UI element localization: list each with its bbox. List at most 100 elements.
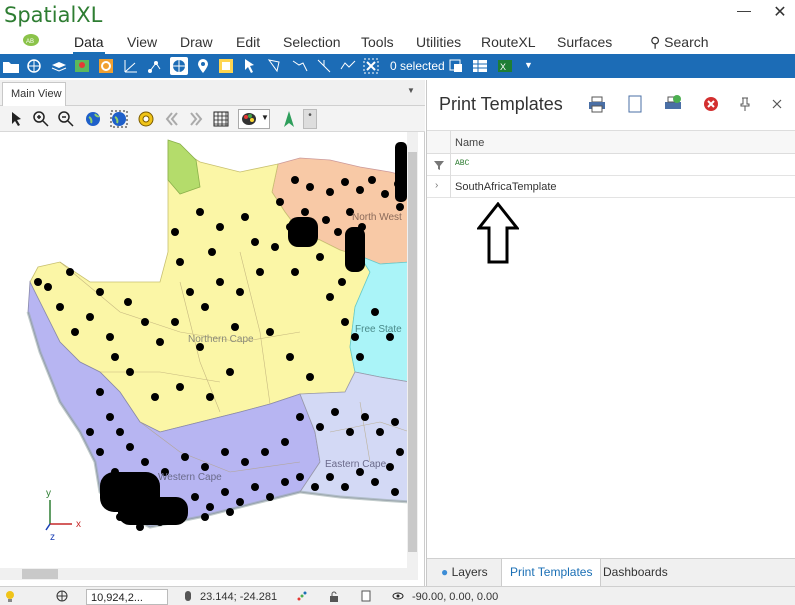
lock-icon[interactable] (328, 590, 340, 602)
tab-dropdown-icon[interactable]: ▼ (407, 86, 415, 95)
lightbulb-icon[interactable] (4, 590, 16, 602)
select-radius-icon[interactable] (315, 57, 333, 75)
minimize-button[interactable]: — (730, 2, 758, 22)
close-panel-icon[interactable] (767, 94, 787, 114)
axis-x-label: x (76, 519, 81, 530)
print-icon[interactable] (587, 94, 607, 114)
grid-filter-row[interactable]: ABC (427, 154, 795, 176)
previous-extent-icon[interactable] (163, 110, 181, 128)
new-template-icon[interactable] (625, 94, 645, 114)
table-row[interactable]: › SouthAfricaTemplate (427, 176, 795, 198)
tab-view[interactable]: View (127, 34, 157, 50)
chevron-right-icon[interactable]: › (435, 180, 438, 191)
select-buffer-icon[interactable] (339, 57, 357, 75)
panel-title: Print Templates (439, 94, 563, 114)
snap-icon[interactable] (296, 590, 308, 602)
next-extent-icon[interactable] (187, 110, 205, 128)
grid-header: Name (427, 130, 795, 154)
label-western-cape: Western Cape (158, 472, 222, 483)
mouse-icon (185, 591, 191, 601)
tab-edit[interactable]: Edit (236, 34, 260, 50)
pin-panel-icon[interactable] (735, 94, 755, 114)
tab-selection[interactable]: Selection (283, 34, 341, 50)
map-pin-icon[interactable] (73, 57, 91, 75)
label-eastern-cape: Eastern Cape (325, 459, 387, 470)
tab-data[interactable]: Data (74, 34, 104, 50)
globe-active-icon[interactable] (170, 57, 188, 75)
column-header-name[interactable]: Name (455, 137, 484, 149)
template-name-cell[interactable]: SouthAfricaTemplate (455, 181, 557, 193)
zoom-scale-box[interactable]: 10,924,2... (86, 589, 168, 605)
settings-gear-icon[interactable] (137, 110, 155, 128)
templates-grid: Name ABC › SouthAfricaTemplate (427, 130, 795, 198)
tab-dashboards[interactable]: Dashboards (595, 559, 676, 586)
filter-icon[interactable] (433, 159, 445, 171)
axis-z-label: z (50, 532, 55, 543)
map-canvas[interactable]: Northern Cape Western Cape Eastern Cape … (0, 132, 418, 568)
tab-layers[interactable]: ● Layers (433, 559, 496, 586)
vertical-scroll-thumb[interactable] (408, 152, 417, 552)
grid-icon[interactable] (212, 110, 230, 128)
horizontal-scroll-thumb[interactable] (22, 569, 58, 579)
print-templates-panel: Print Templates Name ABC › SouthAfricaTe… (426, 80, 795, 586)
eye-icon (392, 592, 404, 600)
tab-routexl[interactable]: RouteXL (481, 34, 535, 50)
tab-layers-label: Layers (451, 565, 488, 579)
title-bar: SpatialXL — ✕ (0, 0, 795, 30)
close-window-button[interactable]: ✕ (766, 2, 794, 22)
color-palette-dropdown[interactable]: ▼ (238, 109, 270, 129)
select-polygon-icon[interactable] (266, 57, 284, 75)
tab-utilities[interactable]: Utilities (416, 34, 461, 50)
palette-icon (242, 113, 256, 125)
toolbar-more-button[interactable]: • (303, 109, 317, 129)
select-line-icon[interactable] (291, 57, 309, 75)
layers-icon[interactable] (50, 57, 68, 75)
nodes-icon[interactable] (146, 57, 164, 75)
grid-header-lead (427, 131, 451, 154)
attribute-table-icon[interactable] (471, 57, 489, 75)
status-bar: 10,924,2... 23.144; -24.281 -90.00, 0.00… (0, 586, 795, 605)
app-logo-icon[interactable]: AB (22, 32, 40, 48)
edit-template-icon[interactable] (663, 94, 683, 114)
label-free-state: Free State (355, 324, 402, 335)
zoom-to-selection-icon[interactable] (447, 57, 465, 75)
tab-print-templates[interactable]: Print Templates (501, 559, 602, 586)
south-africa-map: Northern Cape Western Cape Eastern Cape … (26, 139, 411, 543)
delete-template-icon[interactable] (701, 94, 721, 114)
search-label: Search (664, 34, 709, 50)
select-pointer-icon[interactable] (242, 57, 260, 75)
zoom-out-icon[interactable] (57, 110, 75, 128)
toolbar-overflow-icon[interactable]: ▼ (524, 60, 542, 78)
tab-main-view[interactable]: Main View (2, 82, 66, 106)
tab-draw[interactable]: Draw (180, 34, 213, 50)
buffer-icon[interactable] (97, 57, 115, 75)
text-filter-icon[interactable]: ABC (455, 159, 469, 168)
measure-angle-icon[interactable] (122, 57, 140, 75)
document-icon[interactable] (360, 590, 372, 602)
zoom-value: 10,924,2... (91, 592, 143, 604)
zoom-in-icon[interactable] (32, 110, 50, 128)
tab-tools[interactable]: Tools (361, 34, 394, 50)
open-folder-icon[interactable] (2, 57, 20, 75)
zoom-extent-globe-icon[interactable] (110, 110, 128, 128)
view-angles: -90.00, 0.00, 0.00 (412, 591, 499, 603)
ribbon-search[interactable]: ⚲ Search (650, 34, 709, 51)
axis-y-label: y (46, 488, 51, 499)
label-northern-cape: Northern Cape (188, 334, 254, 345)
pointer-icon[interactable] (8, 110, 26, 128)
location-marker-icon[interactable] (194, 57, 212, 75)
app-title: SpatialXL (4, 3, 103, 27)
export-excel-icon[interactable]: X (496, 57, 514, 75)
palette-chevron-down-icon: ▼ (261, 113, 269, 122)
select-rectangle-icon[interactable] (217, 57, 235, 75)
row-expander[interactable]: › (427, 176, 451, 198)
label-north-west: North West (352, 212, 402, 223)
map-vertical-scrollbar[interactable] (407, 132, 418, 568)
full-extent-globe-icon[interactable] (84, 110, 102, 128)
north-arrow-icon[interactable] (280, 110, 298, 128)
globe-settings-icon[interactable] (25, 57, 43, 75)
clear-selection-icon[interactable] (362, 57, 380, 75)
tab-surfaces[interactable]: Surfaces (557, 34, 612, 50)
map-horizontal-scrollbar[interactable] (0, 568, 418, 580)
axis-indicator: y x z (45, 488, 81, 543)
